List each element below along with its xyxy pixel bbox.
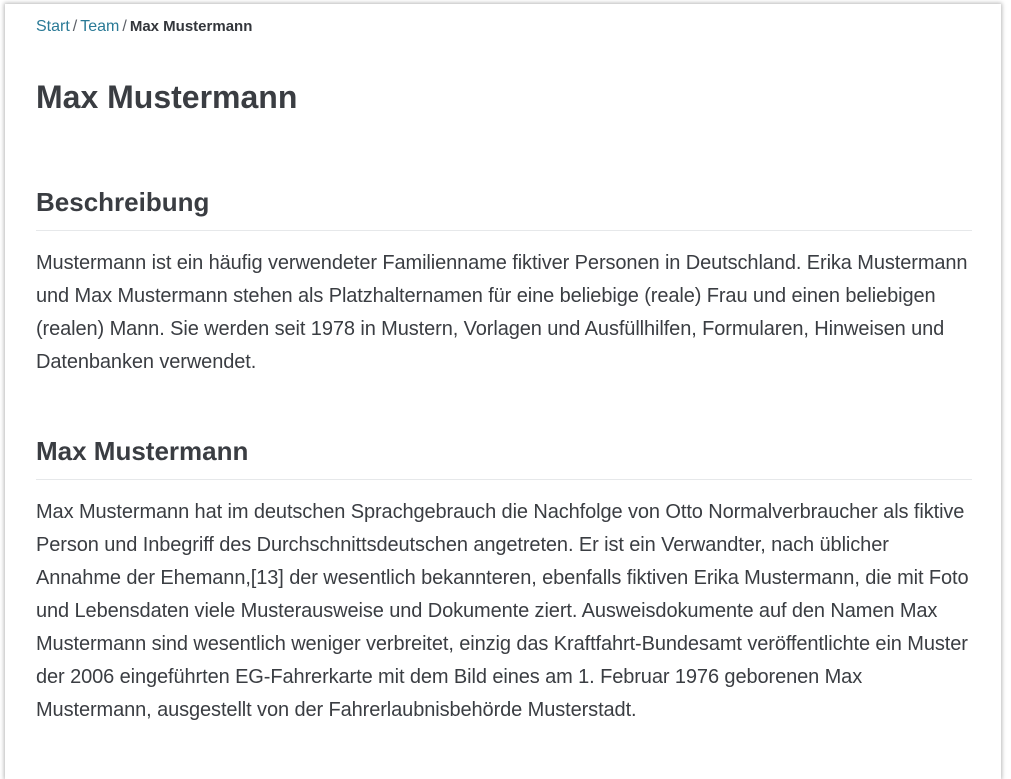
breadcrumb-link-start[interactable]: Start (36, 18, 70, 35)
section-max-mustermann: Max Mustermann Max Mustermann hat im deu… (36, 434, 972, 727)
breadcrumb-link-team[interactable]: Team (80, 18, 119, 35)
section-paragraph: Mustermann ist ein häufig verwendeter Fa… (36, 252, 968, 373)
section-divider (36, 230, 972, 231)
breadcrumb-separator: / (72, 18, 78, 35)
section-paragraph: Max Mustermann hat im deutschen Sprachge… (36, 501, 969, 721)
section-beschreibung: Beschreibung Mustermann ist ein häufig v… (36, 185, 972, 379)
breadcrumb-separator: / (122, 18, 127, 35)
page-frame: Start / Team / Max Mustermann Max Mustermann… (5, 4, 1001, 779)
section-divider (36, 479, 972, 480)
breadcrumb: Start / Team / Max Mustermann (36, 17, 252, 37)
breadcrumb-current: Max Mustermann (129, 18, 253, 35)
page-title: Max Mustermann (36, 79, 298, 115)
section-heading: Max Mustermann (36, 436, 249, 466)
section-heading: Beschreibung (36, 187, 210, 217)
